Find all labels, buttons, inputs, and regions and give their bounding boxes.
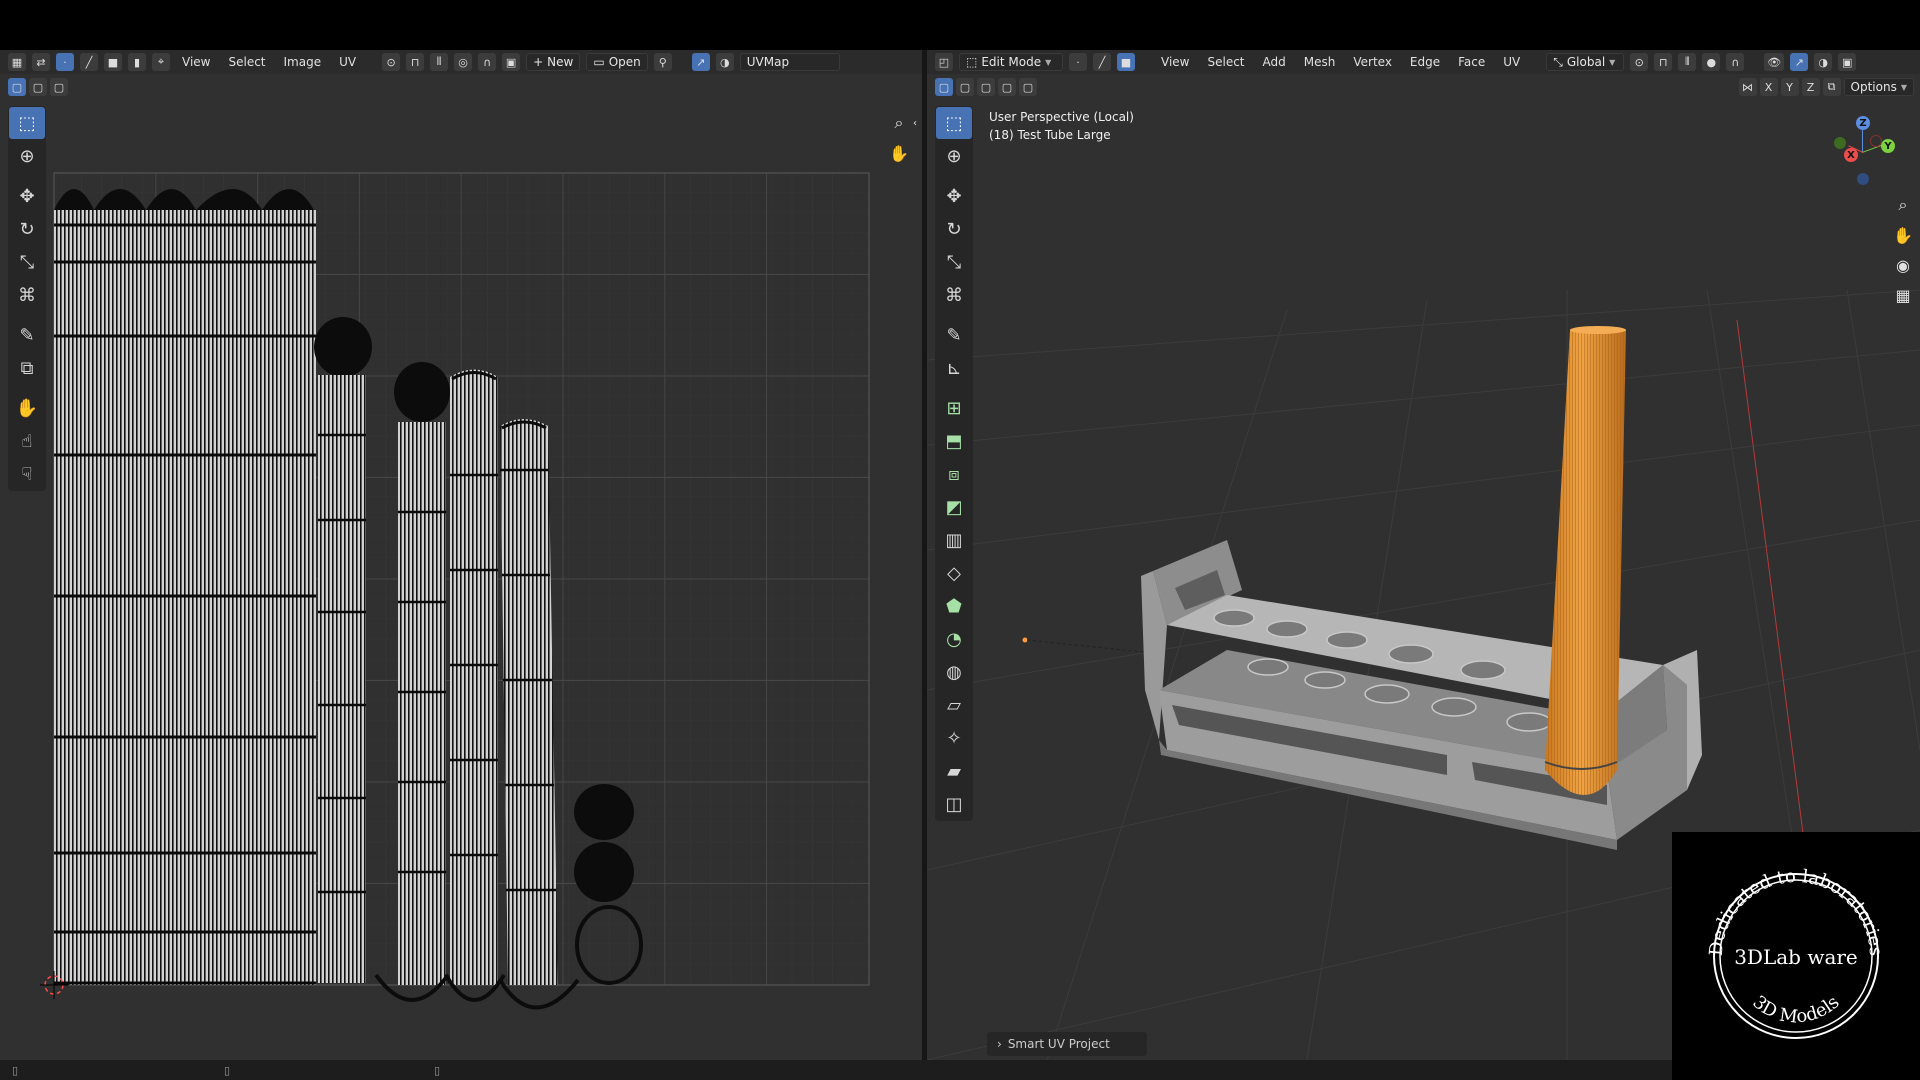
gizmo-y-axis[interactable]: Y [1881, 139, 1895, 153]
navigation-gizmo[interactable]: Z Y X [1829, 112, 1899, 192]
gizmo-neg-x-axis[interactable] [1870, 135, 1882, 147]
zoom-icon[interactable]: ⌕ [1890, 192, 1916, 218]
poly-build-tool-icon[interactable]: ⬟ [936, 590, 972, 622]
gizmo-z-axis[interactable]: Z [1856, 116, 1870, 130]
rip-region-tool-icon[interactable]: ◫ [936, 788, 972, 820]
watermark-bottom-text: 3D Models [1748, 992, 1843, 1028]
gizmo-neg-y-axis[interactable] [1834, 137, 1846, 149]
uv-island-main [54, 189, 316, 985]
light-object[interactable] [1022, 637, 1028, 643]
svg-text:Dedicated to laboratories: Dedicated to laboratories [1706, 866, 1886, 957]
mouse-right-icon: ▯ [434, 1063, 441, 1077]
watermark-center-text: 3DLab ware [1734, 945, 1858, 969]
bevel-tool-icon[interactable]: ◩ [936, 491, 972, 523]
svg-text:3D Models: 3D Models [1748, 992, 1843, 1028]
uv-canvas[interactable] [0, 50, 922, 1060]
inset-tool-icon[interactable]: ⧈ [936, 458, 972, 490]
move-tool-icon[interactable]: ✥ [936, 180, 972, 212]
shrink-fatten-tool-icon[interactable]: ✧ [936, 722, 972, 754]
add-cube-tool-icon[interactable]: ⊞ [936, 392, 972, 424]
loop-cut-tool-icon[interactable]: ▥ [936, 524, 972, 556]
uv-editor[interactable]: ▦ ⇄ · ╱ ■ ▮ ⌖ View Select Image UV ⊙ ⊓ ⫴… [0, 50, 922, 1060]
annotate-tool-icon[interactable]: ✎ [936, 319, 972, 351]
last-operator-panel[interactable]: › Smart UV Project [987, 1032, 1147, 1056]
extrude-tool-icon[interactable]: ⬒ [936, 425, 972, 457]
shear-tool-icon[interactable]: ▰ [936, 755, 972, 787]
viewport-toolbar: ⬚ ⊕ ✥ ↻ ⤡ ⌘ ✎ ⊾ ⊞ ⬒ ⧈ ◩ ▥ ◇ ⬟ ◔ ◍ ▱ ✧ ▰ … [935, 106, 973, 821]
measure-tool-icon[interactable]: ⊾ [936, 352, 972, 384]
edge-slide-tool-icon[interactable]: ▱ [936, 689, 972, 721]
uv-island-tube-3 [444, 369, 506, 1002]
smooth-tool-icon[interactable]: ◍ [936, 656, 972, 688]
test-tube-large[interactable] [1544, 326, 1626, 795]
camera-view-icon[interactable]: ◉ [1890, 252, 1916, 278]
spin-tool-icon[interactable]: ◔ [936, 623, 972, 655]
cursor-tool-icon[interactable]: ⊕ [936, 140, 972, 172]
chevron-right-icon: › [997, 1037, 1002, 1051]
last-operator-label: Smart UV Project [1007, 1037, 1110, 1051]
watermark-top-text: Dedicated to laboratories [1706, 866, 1886, 957]
perspective-grid-icon[interactable]: ▦ [1890, 282, 1916, 308]
status-bar: ▯ ▯ ▯ [0, 1060, 1920, 1080]
pan-hand-icon[interactable]: ✋ [1890, 222, 1916, 248]
gizmo-neg-z-axis[interactable] [1857, 173, 1869, 185]
mouse-middle-icon: ▯ [224, 1063, 231, 1077]
watermark-logo: Dedicated to laboratories 3DLab ware 3D … [1672, 832, 1920, 1080]
view-perspective-label: User Perspective (Local) [989, 110, 1134, 124]
uv-island-tube-1 [314, 317, 372, 983]
mouse-left-icon: ▯ [12, 1063, 19, 1077]
gizmo-x-axis[interactable]: X [1844, 148, 1858, 162]
knife-tool-icon[interactable]: ◇ [936, 557, 972, 589]
rotate-tool-icon[interactable]: ↻ [936, 213, 972, 245]
top-black-bar [0, 0, 1920, 50]
active-object-label: (18) Test Tube Large [989, 128, 1111, 142]
transform-tool-icon[interactable]: ⌘ [936, 279, 972, 311]
x-axis-line [1736, 319, 1810, 881]
select-box-tool-icon[interactable]: ⬚ [936, 107, 972, 139]
scale-tool-icon[interactable]: ⤡ [936, 246, 972, 278]
